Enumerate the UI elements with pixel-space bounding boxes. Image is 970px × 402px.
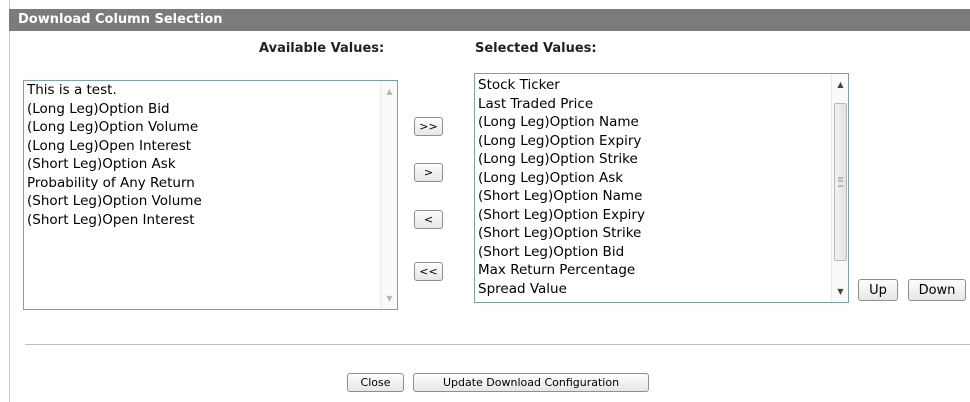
available-scrollbar[interactable]: ▲ ▼ bbox=[380, 81, 397, 309]
list-item[interactable]: (Long Leg)Open Interest bbox=[27, 137, 202, 156]
list-item[interactable]: Last Traded Price bbox=[478, 95, 645, 114]
list-item[interactable]: (Short Leg)Option Bid bbox=[478, 243, 645, 262]
list-item[interactable]: (Short Leg)Option Name bbox=[478, 187, 645, 206]
list-item[interactable]: (Short Leg)Option Volume bbox=[27, 192, 202, 211]
add-button[interactable]: > bbox=[414, 163, 443, 182]
list-item[interactable]: (Long Leg)Option Expiry bbox=[478, 132, 645, 151]
list-item[interactable]: This is a test. bbox=[27, 81, 202, 100]
scroll-grip-icon bbox=[838, 177, 843, 187]
move-up-button[interactable]: Up bbox=[858, 279, 898, 301]
list-item[interactable]: Probability of Any Return bbox=[27, 174, 202, 193]
remove-button[interactable]: < bbox=[414, 210, 443, 229]
update-download-configuration-button[interactable]: Update Download Configuration bbox=[413, 373, 649, 392]
list-item[interactable]: (Short Leg)Option Ask bbox=[27, 155, 202, 174]
list-item[interactable]: (Short Leg)Open Interest bbox=[27, 211, 202, 230]
scroll-up-arrow-icon[interactable]: ▲ bbox=[381, 83, 397, 100]
selected-values-list[interactable]: Stock Ticker Last Traded Price (Long Leg)O… bbox=[474, 73, 849, 303]
available-values-header: Available Values: bbox=[259, 41, 385, 56]
list-item[interactable]: Max Return Percentage bbox=[478, 261, 645, 280]
list-item[interactable]: (Long Leg)Option Ask bbox=[478, 169, 645, 188]
list-item[interactable]: Stock Ticker bbox=[478, 76, 645, 95]
list-item[interactable]: (Long Leg)Option Strike bbox=[478, 150, 645, 169]
scroll-up-arrow-icon[interactable]: ▲ bbox=[832, 76, 848, 93]
remove-all-button[interactable]: << bbox=[414, 262, 443, 281]
available-items: This is a test. (Long Leg)Option Bid (Long… bbox=[24, 81, 202, 229]
available-values-list[interactable]: This is a test. (Long Leg)Option Bid (Long… bbox=[23, 80, 398, 310]
selected-scrollbar[interactable]: ▲ ▼ bbox=[831, 74, 848, 302]
list-item[interactable]: Spread Value bbox=[478, 280, 645, 299]
add-all-button[interactable]: >> bbox=[414, 117, 443, 136]
list-item[interactable]: (Long Leg)Option Volume bbox=[27, 118, 202, 137]
scroll-down-arrow-icon[interactable]: ▼ bbox=[832, 283, 848, 300]
scrollbar-thumb[interactable] bbox=[834, 103, 847, 261]
list-item[interactable]: (Short Leg)Option Expiry bbox=[478, 206, 645, 225]
panel-title: Download Column Selection bbox=[9, 9, 970, 31]
footer-divider bbox=[25, 344, 970, 345]
list-item[interactable]: (Long Leg)Option Bid bbox=[27, 100, 202, 119]
selected-items: Stock Ticker Last Traded Price (Long Leg)O… bbox=[475, 76, 645, 298]
close-button[interactable]: Close bbox=[347, 373, 404, 392]
list-item[interactable]: (Long Leg)Option Name bbox=[478, 113, 645, 132]
move-down-button[interactable]: Down bbox=[908, 279, 966, 301]
list-item[interactable]: (Short Leg)Option Strike bbox=[478, 224, 645, 243]
selected-values-header: Selected Values: bbox=[475, 41, 597, 56]
scroll-down-arrow-icon[interactable]: ▼ bbox=[381, 290, 397, 307]
